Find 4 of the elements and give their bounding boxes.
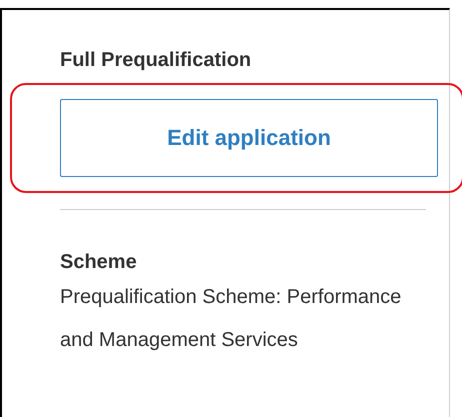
- section-title: Full Prequalification: [60, 48, 252, 72]
- scheme-heading: Scheme: [60, 250, 138, 274]
- edit-application-button[interactable]: Edit application: [60, 99, 438, 177]
- scheme-text: Prequalification Scheme: Performance and Management Services: [60, 285, 402, 353]
